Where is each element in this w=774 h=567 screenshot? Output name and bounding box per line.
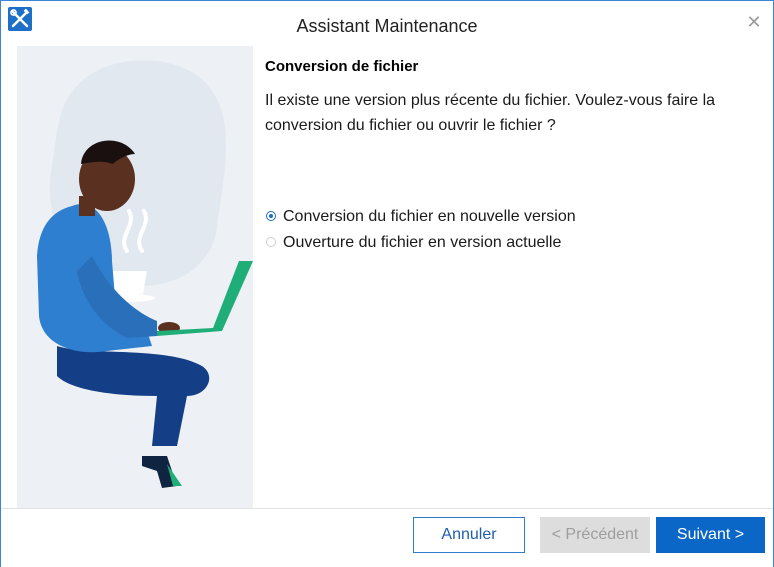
close-icon[interactable]: ✕ <box>741 9 767 35</box>
assistant-window: Assistant Maintenance ✕ Conversion de fi… <box>0 0 774 567</box>
option-convert-label: Conversion du fichier en nouvelle versio… <box>283 208 576 225</box>
button-bar: Annuler < Précédent Suivant > <box>1 508 773 567</box>
option-open-current-label: Ouverture du fichier en version actuelle <box>283 234 562 251</box>
cancel-button[interactable]: Annuler <box>413 517 525 553</box>
option-convert[interactable]: Conversion du fichier en nouvelle versio… <box>265 204 576 230</box>
radio-convert[interactable] <box>266 211 276 221</box>
conversion-options: Conversion du fichier en nouvelle versio… <box>265 204 576 256</box>
window-title: Assistant Maintenance <box>296 16 478 36</box>
page-heading: Conversion de fichier <box>265 58 419 75</box>
radio-open-current[interactable] <box>266 237 276 247</box>
option-open-current[interactable]: Ouverture du fichier en version actuelle <box>265 230 576 256</box>
person-with-laptop-illustration <box>17 46 253 508</box>
next-button[interactable]: Suivant > <box>656 517 765 553</box>
title-bar: Assistant Maintenance ✕ <box>1 1 773 45</box>
previous-button[interactable]: < Précédent <box>540 517 650 553</box>
content-area: Conversion de fichier Il existe une vers… <box>265 57 755 138</box>
page-description: Il existe une version plus récente du fi… <box>265 92 716 134</box>
